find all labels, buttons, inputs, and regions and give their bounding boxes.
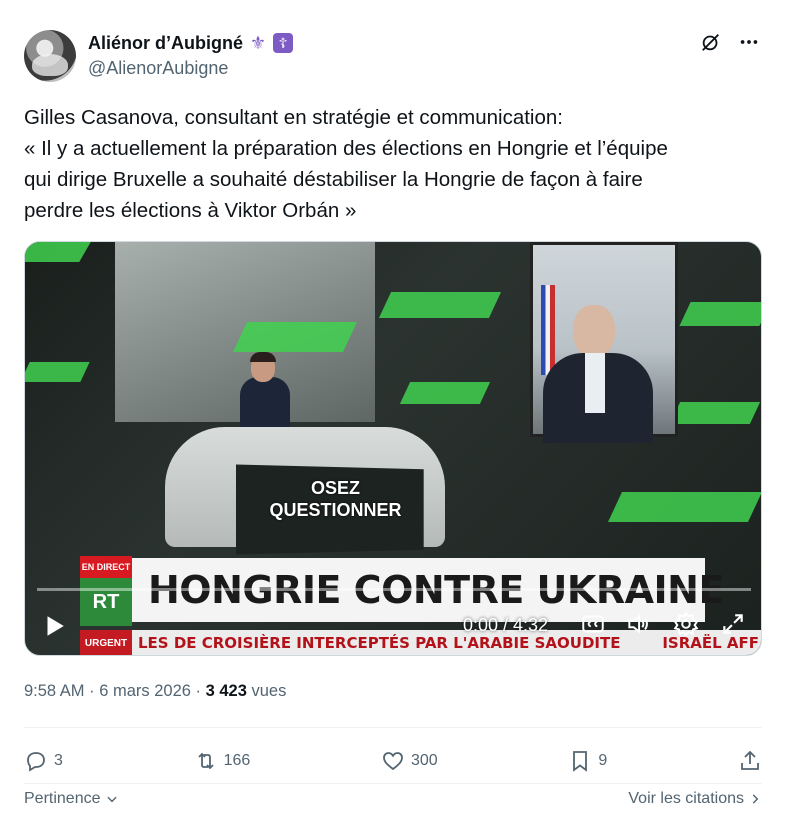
desk-slogan-line: QUESTIONNER <box>269 500 402 520</box>
chevron-down-icon <box>106 796 117 803</box>
flag <box>541 285 555 375</box>
orthodox-cross-icon: ☦ <box>273 33 293 53</box>
chevron-right-icon <box>752 794 759 804</box>
bookmark-button[interactable]: 9 <box>568 749 607 773</box>
divider <box>24 727 762 728</box>
tweet-time[interactable]: 9:58 AM <box>24 682 85 700</box>
share-button[interactable] <box>738 749 762 773</box>
divider <box>24 783 762 784</box>
anchor-hair <box>250 352 276 362</box>
fullscreen-icon[interactable] <box>720 611 746 637</box>
studio-light <box>669 402 761 424</box>
replies-footer: Pertinence Voir les citations <box>24 790 762 808</box>
live-tag: EN DIRECT <box>80 556 132 578</box>
reply-count: 3 <box>54 752 63 769</box>
views-label: vues <box>246 682 287 700</box>
desk-slogan-line: OSEZ <box>310 478 360 498</box>
quotes-link[interactable]: Voir les citations <box>628 790 762 808</box>
more-icon[interactable] <box>737 30 761 54</box>
video-progress-bar[interactable] <box>37 588 751 591</box>
repost-button[interactable]: 166 <box>194 749 251 773</box>
quotes-label: Voir les citations <box>628 790 744 807</box>
grok-icon[interactable] <box>699 30 723 54</box>
meta-separator: · <box>84 682 100 700</box>
video-time: 0:00 / 4:32 <box>463 615 549 635</box>
view-count: 3 423 <box>205 682 247 700</box>
studio-light <box>608 492 761 522</box>
play-icon[interactable] <box>41 613 67 639</box>
guest-shirt <box>585 353 605 413</box>
author-handle[interactable]: @AlienorAubigne <box>88 58 293 79</box>
studio-light <box>399 382 491 404</box>
tweet-top-actions <box>699 30 761 54</box>
tweet-actions: 3 166 300 9 <box>24 742 762 780</box>
studio-light <box>25 242 91 262</box>
sort-dropdown[interactable]: Pertinence <box>24 790 119 808</box>
like-count: 300 <box>410 752 438 769</box>
bookmark-icon <box>573 751 588 772</box>
author-block: Aliénor d’Aubigné ⚜ ☦ @AlienorAubigne <box>88 30 293 79</box>
desk-slogan: OSEZ QUESTIONNER <box>253 477 418 521</box>
fleur-de-lis-icon: ⚜ <box>249 32 267 53</box>
volume-icon[interactable] <box>625 611 651 637</box>
author-display-name[interactable]: Aliénor d’Aubigné <box>88 33 243 54</box>
settings-icon[interactable] <box>673 611 699 637</box>
tweet-line: « Il y a actuellement la préparation des… <box>24 137 668 160</box>
studio-light <box>25 362 90 382</box>
video-controls: 0:00 / 4:32 <box>25 595 761 655</box>
author-avatar[interactable] <box>24 30 76 82</box>
studio-light <box>233 322 357 352</box>
video-player[interactable]: OSEZ QUESTIONNER EN DIRECT RT HONGRIE CO… <box>24 241 762 656</box>
repost-count: 166 <box>223 752 251 769</box>
meta-separator: · <box>190 682 206 700</box>
sort-label: Pertinence <box>24 790 101 807</box>
tweet-line: Gilles Casanova, consultant en stratégie… <box>24 106 563 129</box>
tweet-line: perdre les élections à Viktor Orbán » <box>24 199 357 222</box>
studio-light <box>378 292 502 318</box>
bookmark-count: 9 <box>598 752 608 769</box>
like-button[interactable]: 300 <box>381 749 438 773</box>
tweet-meta: 9:58 AM · 6 mars 2026 · 3 423 vues <box>24 682 286 701</box>
tweet-text: Gilles Casanova, consultant en stratégie… <box>24 102 764 226</box>
guest-head <box>573 305 615 357</box>
studio-light <box>679 302 761 326</box>
reply-icon <box>27 752 45 772</box>
reply-button[interactable]: 3 <box>24 749 63 773</box>
share-icon <box>741 750 759 770</box>
tweet-line: qui dirige Bruxelle a souhaité déstabili… <box>24 168 643 191</box>
heart-icon <box>383 752 403 771</box>
author-name-row[interactable]: Aliénor d’Aubigné ⚜ ☦ <box>88 30 293 56</box>
captions-icon[interactable] <box>580 611 606 637</box>
tweet-date[interactable]: 6 mars 2026 <box>99 682 191 700</box>
guest-video-screen <box>530 242 678 443</box>
repost-icon <box>197 752 214 770</box>
